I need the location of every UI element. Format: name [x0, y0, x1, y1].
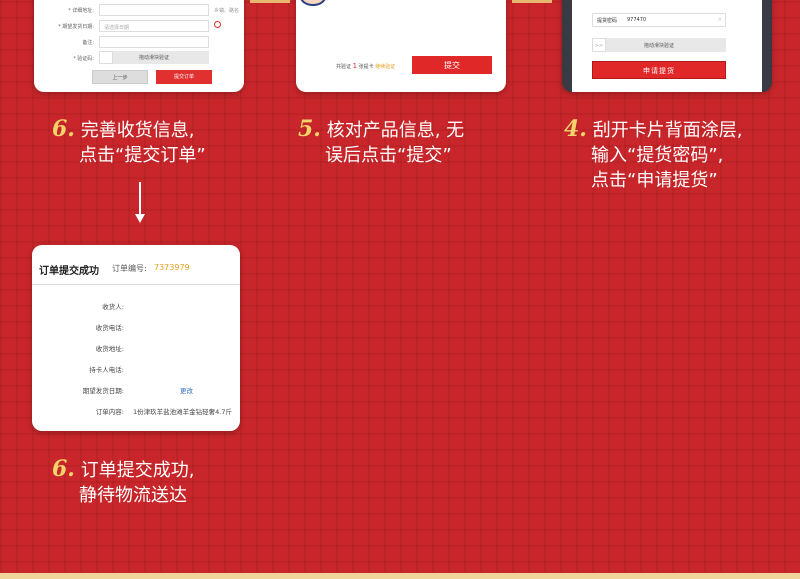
- step-number: 5.: [298, 116, 321, 142]
- redeem-form: 提货密码 977470 × >> 拖动滑块验证 申请提货: [572, 0, 762, 92]
- arrow-down-icon: [135, 182, 145, 224]
- remark-input[interactable]: [99, 36, 209, 48]
- verify-summary: 共验证 1 张提卡 继续验证: [336, 62, 395, 70]
- ship-date-label: * 期望发货日期:: [58, 24, 94, 30]
- order-content-row: 订单内容: 1份津玖羊盐池滩羊金钻轻奢4.7斤: [32, 406, 240, 418]
- step-text: 完善收货信息,: [80, 120, 195, 141]
- password-label: 提货密码: [597, 18, 618, 24]
- verify-prefix: 共验证: [336, 64, 352, 70]
- phone-row: 收货电话:: [32, 322, 240, 334]
- remark-label: 备注:: [82, 40, 94, 46]
- address-label: 收货地址:: [95, 345, 124, 353]
- address-row: * 详细地址: 乡镇、路名: [34, 2, 244, 18]
- step-text: 核对产品信息, 无: [326, 120, 465, 141]
- step-text: 订单提交成功,: [80, 460, 195, 481]
- order-number: 7373979: [154, 263, 190, 272]
- step-text: 刮开卡片背面涂层,: [592, 120, 743, 141]
- holder-phone-label: 持卡人电话:: [89, 366, 124, 374]
- prev-step-button[interactable]: 上一步: [92, 70, 148, 84]
- step-text: 误后点击“提交”: [325, 145, 452, 166]
- ship-date-label: 期望发货日期:: [82, 387, 124, 395]
- step-6-success-caption: 6. 订单提交成功, 静待物流送达: [52, 457, 194, 508]
- password-value: 977470: [627, 17, 647, 23]
- slider-text: 拖动滑块验证: [643, 43, 674, 49]
- continue-verify-link[interactable]: 继续验证: [375, 64, 395, 70]
- change-date-link[interactable]: 更改: [180, 385, 193, 395]
- step-text: 输入“提货密码”,: [591, 145, 724, 166]
- phone-label: 收货电话:: [95, 324, 124, 332]
- shipping-form-card: * 详细地址: 乡镇、路名 * 期望发货日期: 请选择日期 备注: * 验证码:…: [34, 0, 244, 92]
- step-text: 静待物流送达: [79, 485, 187, 506]
- ship-date-input[interactable]: 请选择日期: [99, 20, 209, 32]
- mascot-image: [300, 0, 326, 6]
- order-success-card: 订单提交成功 订单编号: 7373979 收货人: 收货电话: 收货地址: 持卡…: [32, 245, 240, 431]
- step-4-caption: 4. 刮开卡片背面涂层, 输入“提货密码”, 点击“申请提货”: [564, 117, 742, 193]
- success-header: 订单提交成功 订单编号: 7373979: [32, 245, 240, 285]
- receiver-label: 收货人:: [102, 303, 124, 311]
- captcha-row: * 验证码: 拖动滑块验证: [34, 50, 244, 66]
- slider-text: 拖动滑块验证: [138, 55, 169, 61]
- verify-unit: 张提卡: [358, 64, 374, 70]
- verify-quantity: 1: [352, 62, 358, 70]
- receiver-row: 收货人:: [32, 301, 240, 313]
- submit-button[interactable]: 提交: [412, 56, 492, 74]
- captcha-slider[interactable]: 拖动滑块验证: [99, 51, 209, 64]
- order-number-label: 订单编号:: [112, 264, 147, 273]
- arrow-right-top: [512, 0, 552, 3]
- ship-date-row: * 期望发货日期: 请选择日期: [34, 18, 244, 34]
- password-field[interactable]: 提货密码 977470 ×: [592, 13, 726, 27]
- step-6-caption: 6. 完善收货信息, 点击“提交订单”: [52, 117, 206, 168]
- holder-phone-row: 持卡人电话:: [32, 364, 240, 376]
- address-hint: 乡镇、路名: [214, 8, 240, 14]
- slider-handle[interactable]: [99, 51, 113, 64]
- step-number: 6.: [52, 456, 75, 482]
- step-5-caption: 5. 核对产品信息, 无 误后点击“提交”: [298, 117, 464, 168]
- order-content-label: 订单内容:: [95, 408, 124, 416]
- address-input[interactable]: [99, 4, 209, 16]
- step-number: 6.: [52, 116, 75, 142]
- success-title: 订单提交成功: [39, 266, 99, 277]
- apply-pickup-button[interactable]: 申请提货: [592, 61, 726, 79]
- step-text: 点击“申请提货”: [591, 170, 718, 191]
- address-label: * 详细地址:: [68, 8, 94, 14]
- clock-icon[interactable]: [214, 21, 221, 28]
- product-info-card: 共验证 1 张提卡 继续验证 提交: [296, 0, 506, 92]
- clear-icon[interactable]: ×: [718, 17, 722, 23]
- slider-handle-icon[interactable]: >>: [592, 38, 606, 52]
- redeem-captcha-slider[interactable]: >> 拖动滑块验证: [592, 38, 726, 52]
- captcha-label: * 验证码:: [73, 56, 94, 62]
- arrow-left-top: [250, 0, 290, 3]
- bottom-border: [0, 573, 800, 579]
- redeem-card: 提货密码 977470 × >> 拖动滑块验证 申请提货: [562, 0, 772, 92]
- order-content-value: 1份津玖羊盐池滩羊金钻轻奢4.7斤: [133, 408, 232, 416]
- ship-date-row: 期望发货日期: 更改: [32, 385, 240, 397]
- remark-row: 备注:: [34, 34, 244, 50]
- address-row: 收货地址:: [32, 343, 240, 355]
- step-text: 点击“提交订单”: [79, 145, 206, 166]
- submit-order-button[interactable]: 提交订单: [156, 70, 212, 84]
- step-number: 4.: [564, 116, 587, 142]
